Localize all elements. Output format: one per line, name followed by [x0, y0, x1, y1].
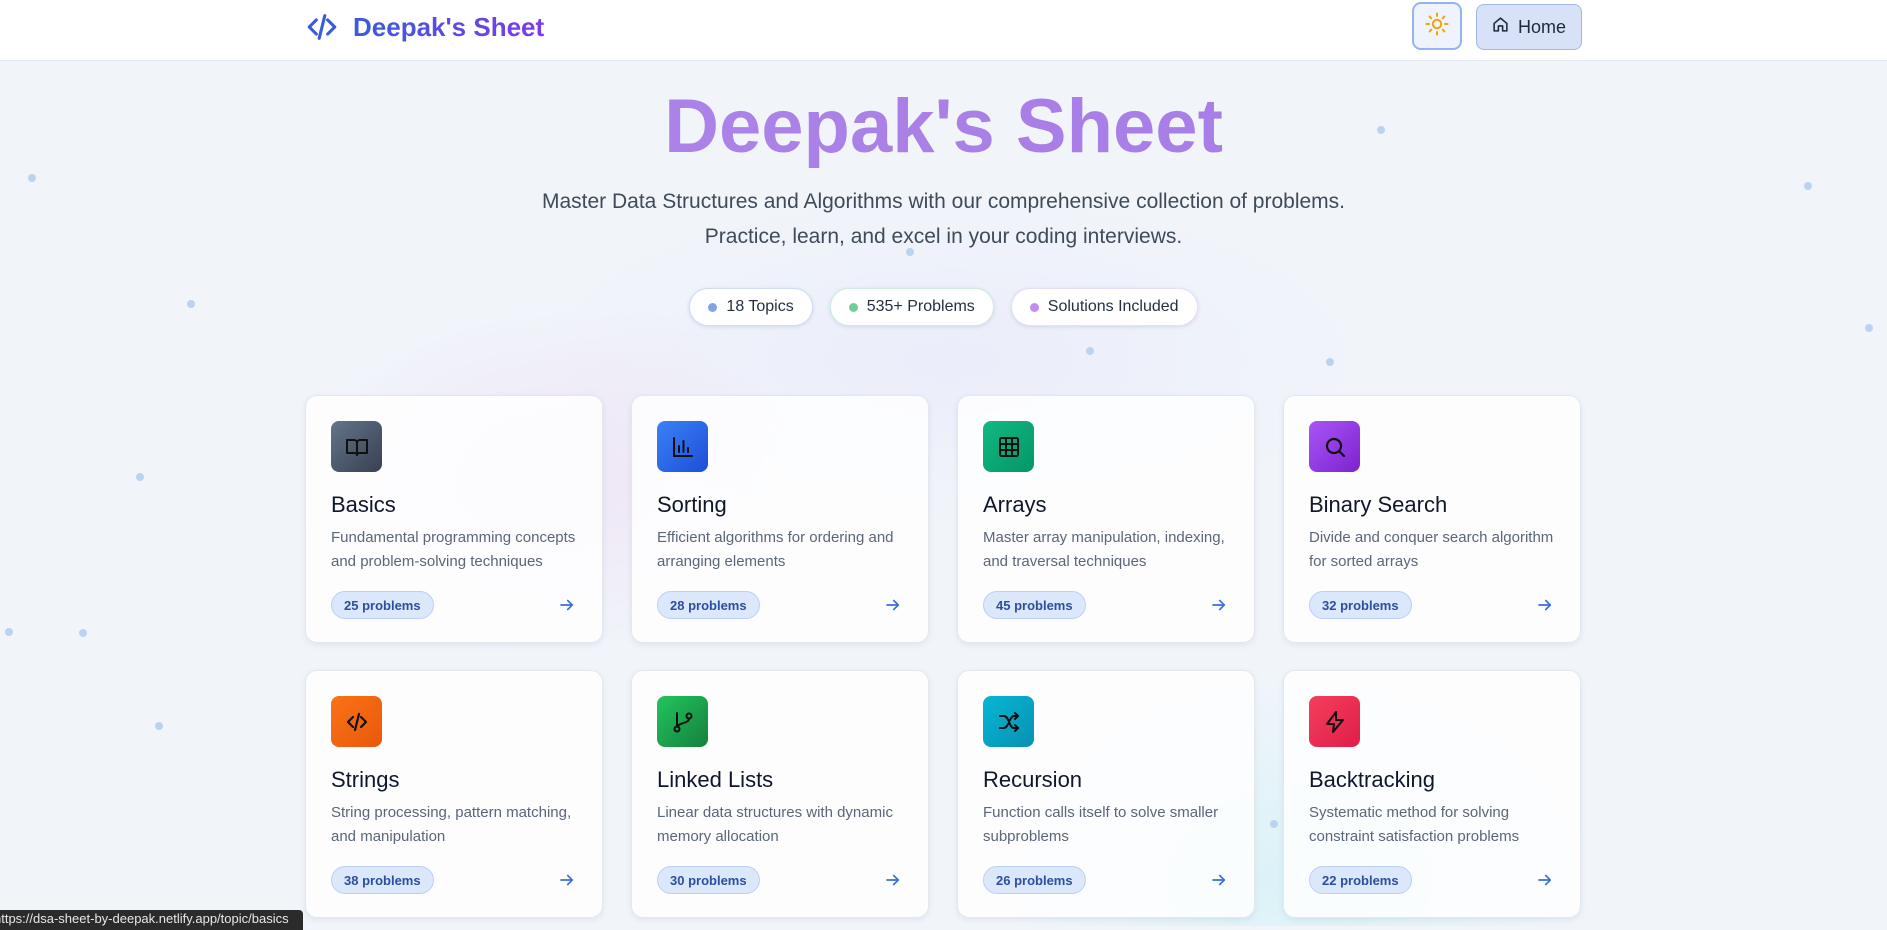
stat-label: Solutions Included	[1048, 298, 1179, 316]
topic-description: Divide and conquer search algorithm for …	[1309, 526, 1564, 574]
background-dot	[1804, 182, 1812, 190]
background-dot	[1086, 347, 1094, 355]
home-button[interactable]: Home	[1476, 4, 1582, 50]
stat-pill-problems: 535+ Problems	[830, 288, 994, 326]
arrow-right-icon[interactable]	[1210, 596, 1228, 614]
arrow-right-icon[interactable]	[1210, 871, 1228, 889]
code-icon	[331, 696, 382, 747]
arrow-right-icon[interactable]	[884, 596, 902, 614]
stat-pill-solutions: Solutions Included	[1011, 288, 1198, 326]
bar-chart-icon	[657, 421, 708, 472]
problem-count-badge: 22 problems	[1309, 866, 1412, 894]
problem-count-badge: 30 problems	[657, 866, 760, 894]
topic-card-linked-lists[interactable]: Linked Lists Linear data structures with…	[631, 670, 929, 918]
background-dot	[79, 629, 87, 637]
book-open-icon	[331, 421, 382, 472]
topic-card-recursion[interactable]: Recursion Function calls itself to solve…	[957, 670, 1255, 918]
brand-name: Deepak's Sheet	[353, 12, 544, 43]
topic-title: Basics	[331, 492, 396, 518]
stats-pills: 18 Topics 535+ Problems Solutions Includ…	[0, 288, 1887, 326]
grid-icon	[983, 421, 1034, 472]
search-icon	[1309, 421, 1360, 472]
stat-label: 18 Topics	[726, 298, 793, 316]
topic-description: Fundamental programming concepts and pro…	[331, 526, 586, 574]
problem-count-badge: 28 problems	[657, 591, 760, 619]
topic-title: Linked Lists	[657, 767, 773, 793]
topic-card-backtracking[interactable]: Backtracking Systematic method for solvi…	[1283, 670, 1581, 918]
arrow-right-icon[interactable]	[884, 871, 902, 889]
stat-dot	[708, 303, 717, 312]
sun-icon	[1425, 12, 1449, 41]
background-dot	[5, 628, 13, 636]
topic-card-arrays[interactable]: Arrays Master array manipulation, indexi…	[957, 395, 1255, 643]
background-dot	[28, 174, 36, 182]
problem-count-badge: 26 problems	[983, 866, 1086, 894]
status-bar-url: https://dsa-sheet-by-deepak.netlify.app/…	[0, 910, 303, 930]
status-url-text: https://dsa-sheet-by-deepak.netlify.app/…	[0, 911, 289, 926]
problem-count-badge: 25 problems	[331, 591, 434, 619]
home-button-label: Home	[1518, 17, 1566, 38]
topic-title: Strings	[331, 767, 399, 793]
stat-dot	[1030, 303, 1039, 312]
arrow-right-icon[interactable]	[558, 596, 576, 614]
stat-label: 535+ Problems	[867, 298, 975, 316]
problem-count-badge: 38 problems	[331, 866, 434, 894]
code-icon	[305, 10, 339, 44]
topic-description: Systematic method for solving constraint…	[1309, 801, 1564, 849]
topic-card-strings[interactable]: Strings String processing, pattern match…	[305, 670, 603, 918]
theme-toggle-button[interactable]	[1412, 2, 1462, 50]
home-icon	[1492, 16, 1509, 38]
topic-card-basics[interactable]: Basics Fundamental programming concepts …	[305, 395, 603, 643]
hero-subtitle-line2: Practice, learn, and excel in your codin…	[0, 225, 1887, 249]
hero-subtitle-line1: Master Data Structures and Algorithms wi…	[0, 190, 1887, 214]
topic-title: Sorting	[657, 492, 727, 518]
topic-description: Master array manipulation, indexing, and…	[983, 526, 1238, 574]
background-dot	[1270, 820, 1278, 828]
background-dot	[155, 722, 163, 730]
topic-title: Binary Search	[1309, 492, 1447, 518]
problem-count-badge: 32 problems	[1309, 591, 1412, 619]
topic-description: Linear data structures with dynamic memo…	[657, 801, 912, 849]
topic-description: Function calls itself to solve smaller s…	[983, 801, 1238, 849]
background-dot	[136, 473, 144, 481]
topic-card-sorting[interactable]: Sorting Efficient algorithms for orderin…	[631, 395, 929, 643]
problem-count-badge: 45 problems	[983, 591, 1086, 619]
zap-icon	[1309, 696, 1360, 747]
topic-title: Recursion	[983, 767, 1082, 793]
topic-title: Arrays	[983, 492, 1047, 518]
topic-title: Backtracking	[1309, 767, 1435, 793]
background-dot	[906, 248, 914, 256]
arrow-right-icon[interactable]	[558, 871, 576, 889]
shuffle-icon	[983, 696, 1034, 747]
stat-pill-topics: 18 Topics	[689, 288, 812, 326]
arrow-right-icon[interactable]	[1536, 871, 1554, 889]
git-branch-icon	[657, 696, 708, 747]
stat-dot	[849, 303, 858, 312]
arrow-right-icon[interactable]	[1536, 596, 1554, 614]
brand-link[interactable]: Deepak's Sheet	[305, 10, 544, 44]
topic-card-binary-search[interactable]: Binary Search Divide and conquer search …	[1283, 395, 1581, 643]
hero-title: Deepak's Sheet	[0, 82, 1887, 172]
topic-description: String processing, pattern matching, and…	[331, 801, 586, 849]
topic-description: Efficient algorithms for ordering and ar…	[657, 526, 912, 574]
background-dot	[1326, 358, 1334, 366]
top-navbar: Deepak's Sheet Home	[0, 0, 1887, 61]
